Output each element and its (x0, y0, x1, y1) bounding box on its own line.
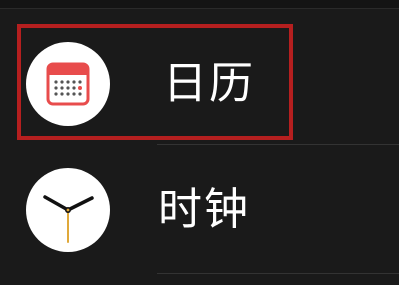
clock-icon (26, 168, 110, 252)
calendar-icon (26, 42, 110, 126)
divider (157, 273, 399, 274)
list-item-calendar[interactable]: 日历 (0, 10, 399, 138)
app-list: 日历 时钟 (0, 0, 399, 285)
top-edge (0, 0, 399, 9)
app-label-clock: 时钟 (158, 184, 250, 235)
divider (157, 144, 399, 145)
list-item-clock[interactable]: 时钟 (0, 146, 399, 274)
app-label-calendar: 日历 (163, 58, 255, 109)
